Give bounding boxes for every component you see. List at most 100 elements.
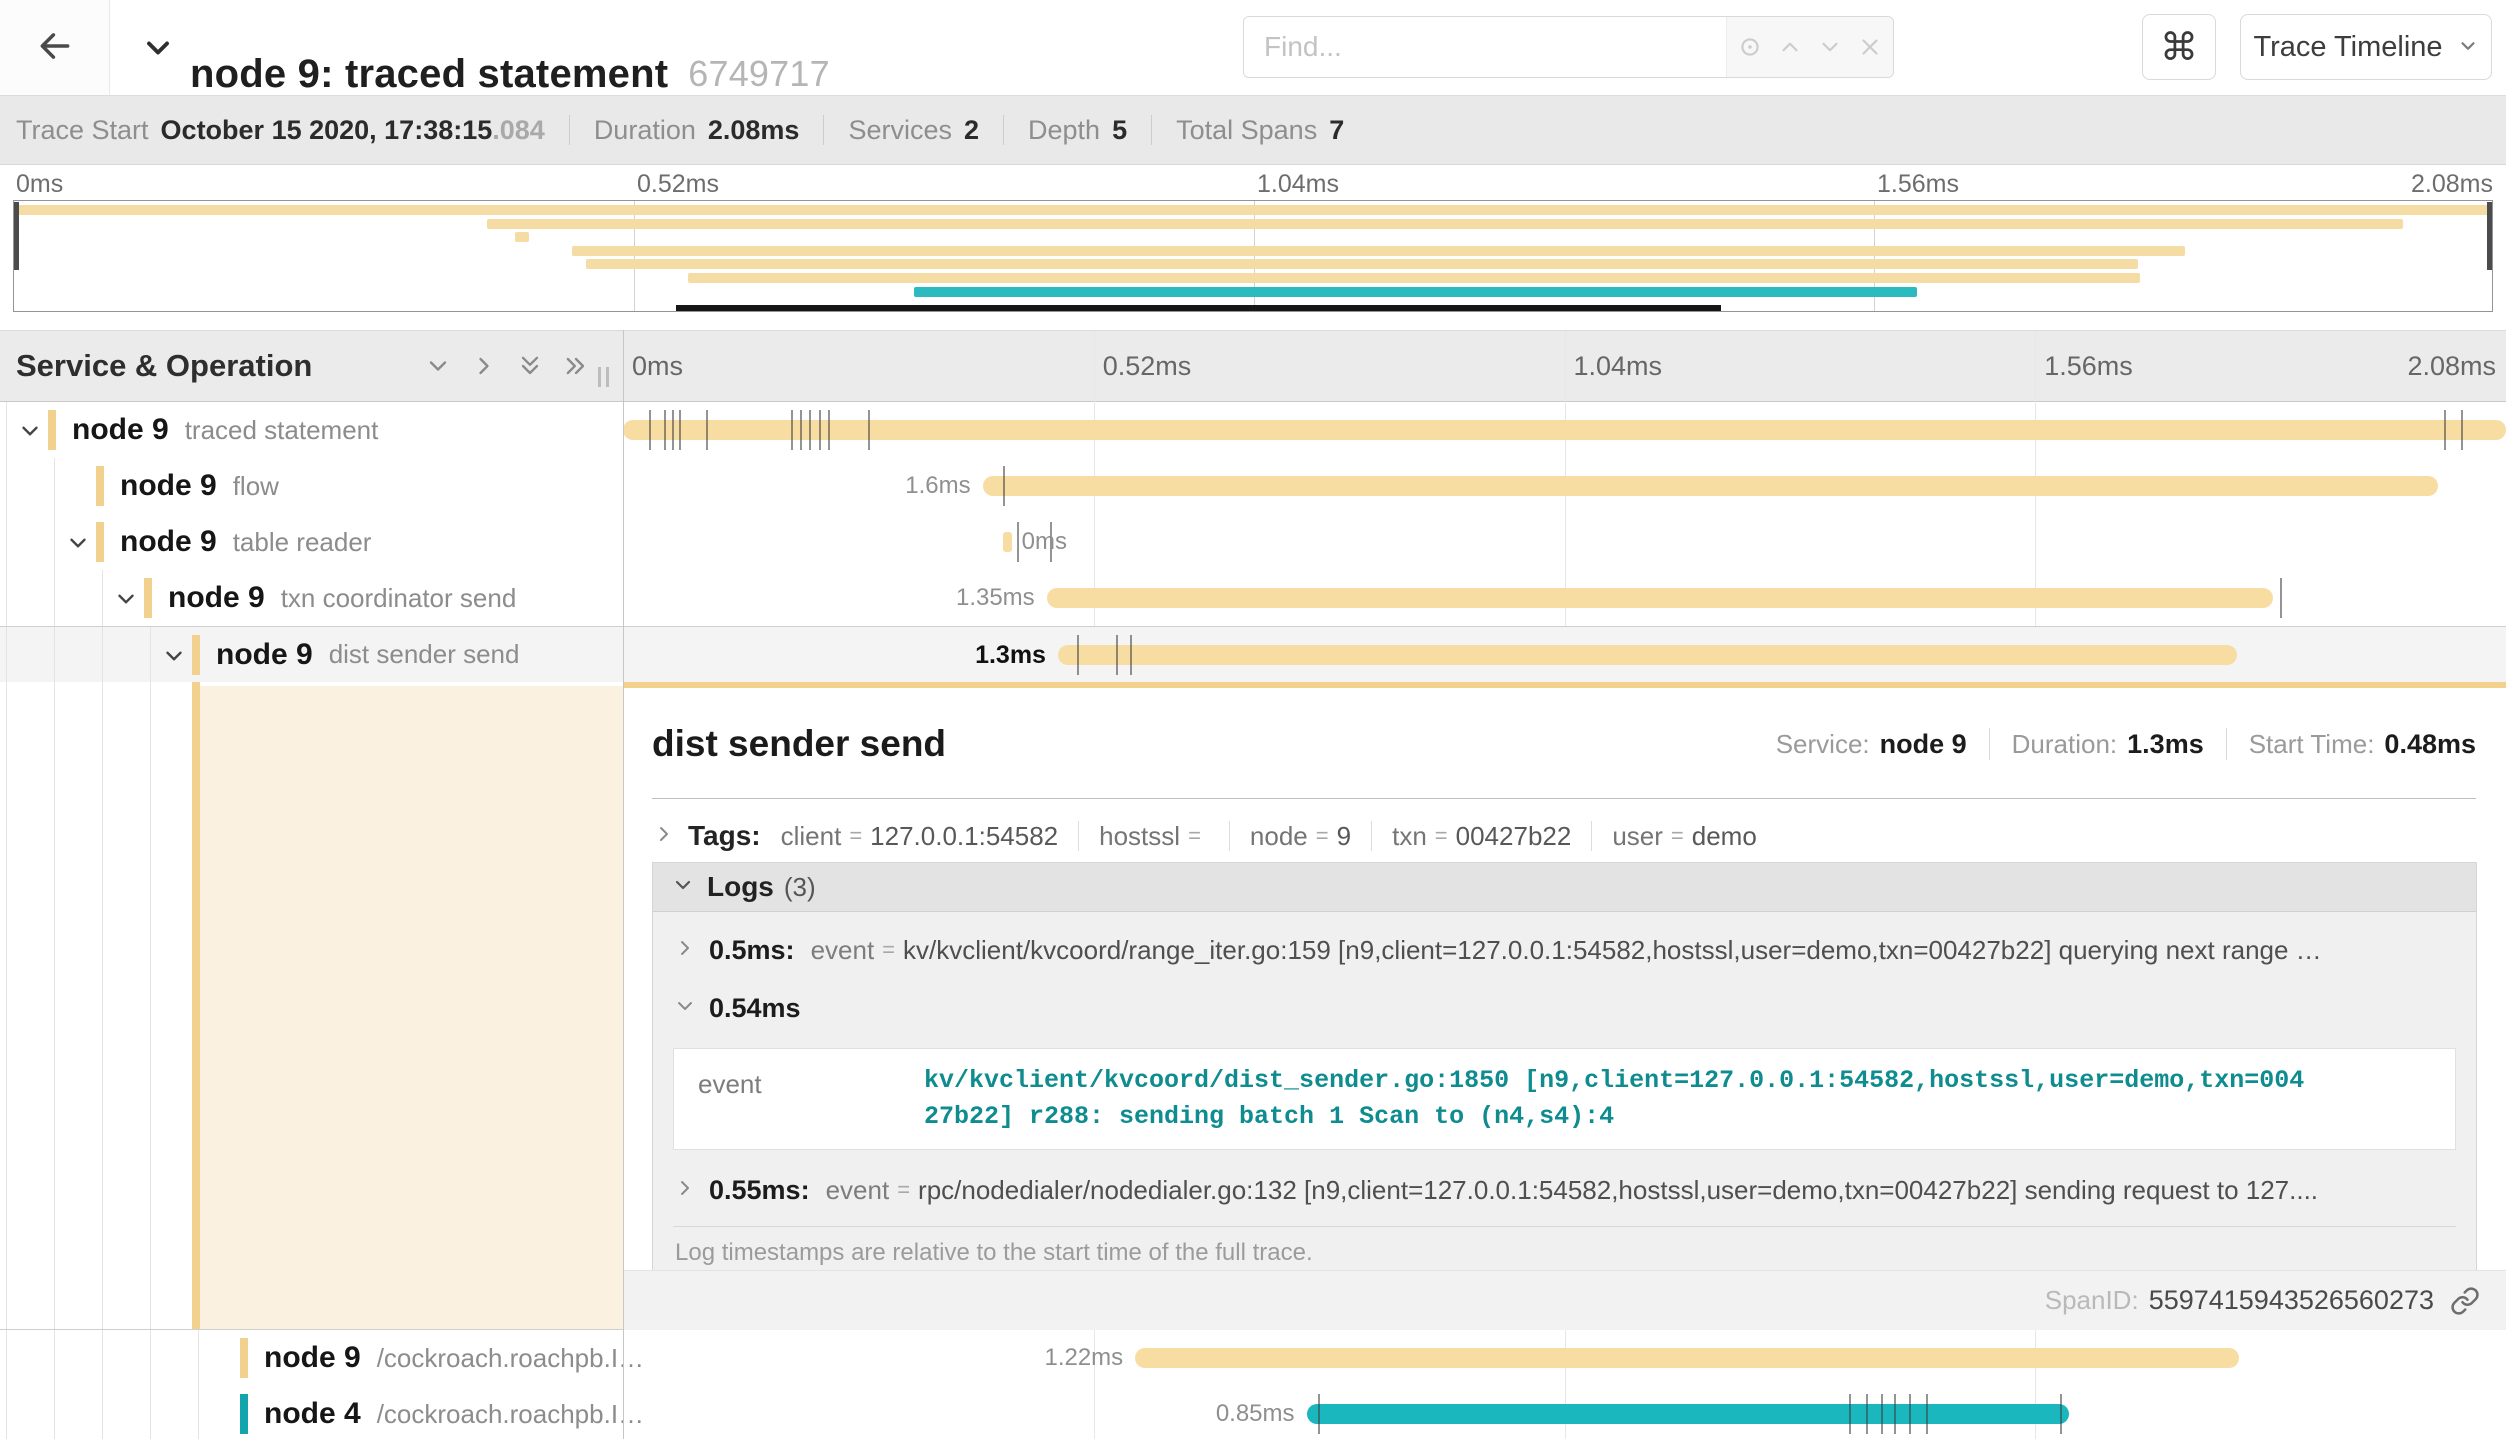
chevron-down-button[interactable]	[420, 348, 456, 384]
tags-row[interactable]: Tags:client=127.0.0.1:54582hostssl=node=…	[652, 812, 2476, 860]
trace-collapse-toggle[interactable]	[136, 26, 180, 70]
span-bar-cell[interactable]: 1.22ms	[623, 1330, 2506, 1386]
field-key: event	[674, 1063, 924, 1135]
stat-value: 2.08ms	[708, 115, 800, 146]
log-marker-tick	[2461, 410, 2463, 450]
stat-value: 2	[964, 115, 979, 146]
chevron-right-button[interactable]	[466, 348, 502, 384]
minimap-span-bar	[487, 219, 2402, 229]
log-marker-tick	[1003, 466, 1005, 506]
meta-separator	[2226, 728, 2227, 760]
log-field-key: event	[811, 935, 875, 966]
double-chevron-down-button[interactable]	[512, 348, 548, 384]
span-name: node 9dist sender send	[216, 627, 519, 682]
minimap-axis-label: 0ms	[16, 170, 63, 199]
span-name-cell[interactable]: node 9dist sender send	[0, 627, 623, 682]
span-row-node-9-txn-coordinator-send[interactable]: node 9txn coordinator send1.35ms	[0, 570, 2506, 626]
span-bar-cell[interactable]: 1.35ms	[623, 570, 2506, 626]
tree-guide-line	[54, 682, 55, 1329]
span-name-cell[interactable]: node 9/cockroach.roachpb.I…	[0, 1330, 623, 1386]
keyboard-shortcuts-button[interactable]: ⌘	[2142, 14, 2216, 80]
log-marker-tick	[1866, 1394, 1868, 1434]
span-duration-bar[interactable]	[1047, 588, 2273, 608]
chevron-down-icon[interactable]	[158, 640, 190, 672]
span-row-node-9-table-reader[interactable]: node 9table reader 0ms	[0, 514, 2506, 570]
service-name: node 9	[264, 1341, 361, 1375]
span-name-cell[interactable]: node 9table reader	[0, 514, 623, 570]
column-resize-grip[interactable]	[598, 367, 609, 387]
chevron-down-icon[interactable]	[62, 527, 94, 559]
span-name: node 9traced statement	[72, 402, 378, 458]
log-field-value: kv/kvclient/kvcoord/range_iter.go:159 [n…	[903, 935, 2322, 966]
log-marker-tick	[828, 410, 830, 450]
chevron-down-icon[interactable]	[110, 583, 142, 615]
log-marker-tick	[1894, 1394, 1896, 1434]
span-duration-bar[interactable]	[1135, 1348, 2238, 1368]
span-bar-cell[interactable]: 1.6ms	[623, 458, 2506, 514]
span-duration-label: 1.6ms	[905, 458, 970, 514]
minimap-span-bar	[586, 259, 2137, 269]
span-duration-label: 0ms	[1022, 514, 1067, 570]
span-row-node-9-dist-sender-send[interactable]: node 9dist sender send 1.3ms	[0, 626, 2506, 682]
span-row-node-9-cockroach-roachpb-i[interactable]: node 9/cockroach.roachpb.I…1.22ms	[0, 1330, 2506, 1386]
logs-header-toggle[interactable]: Logs (3)	[653, 863, 2476, 912]
meta-value: node 9	[1880, 729, 1967, 760]
trace-view-dropdown[interactable]: Trace Timeline	[2240, 14, 2492, 80]
span-duration-bar[interactable]	[1003, 532, 1011, 552]
span-duration-bar[interactable]	[1307, 1404, 2070, 1424]
span-duration-bar[interactable]	[983, 476, 2439, 496]
log-entry-expanded[interactable]: 0.54ms	[673, 990, 2456, 1026]
tree-guide-line	[102, 1330, 103, 1386]
stat-value-suffix: .084	[492, 115, 545, 146]
span-name: node 9table reader	[120, 514, 371, 570]
tree-guide-line	[54, 570, 55, 626]
span-row-node-9-traced-statement[interactable]: node 9traced statement	[0, 402, 2506, 458]
equals-sign: =	[1188, 823, 1201, 849]
span-duration-bar[interactable]	[1058, 645, 2237, 665]
caret-up-icon[interactable]	[1773, 30, 1807, 64]
selected-span-tint	[200, 686, 623, 1329]
caret-down-icon[interactable]	[1813, 30, 1847, 64]
minimap-canvas[interactable]	[13, 200, 2493, 312]
log-marker-tick	[800, 410, 802, 450]
tag-key: txn	[1392, 821, 1427, 852]
log-entry[interactable]: 0.5ms:event=kv/kvclient/kvcoord/range_it…	[673, 932, 2456, 968]
tag-item: hostssl=	[1099, 821, 1209, 852]
span-id-value: 5597415943526560273	[2149, 1285, 2434, 1316]
span-bar-cell[interactable]: 1.3ms	[623, 627, 2506, 682]
span-bar-cell[interactable]	[623, 402, 2506, 458]
trace-view-label: Trace Timeline	[2253, 31, 2442, 64]
find-box	[1243, 16, 1894, 78]
operation-name: traced statement	[185, 415, 379, 446]
log-marker-tick	[809, 410, 811, 450]
span-row-node-4-cockroach-roachpb-i[interactable]: node 4/cockroach.roachpb.I…0.85ms	[0, 1386, 2506, 1439]
span-bar-cell[interactable]: 0ms	[623, 514, 2506, 570]
chevron-down-icon[interactable]	[14, 415, 46, 447]
equals-sign: =	[1435, 823, 1448, 849]
tag-separator	[1371, 821, 1372, 851]
span-name-cell[interactable]: node 9traced statement	[0, 402, 623, 458]
span-name-cell[interactable]: node 9txn coordinator send	[0, 570, 623, 626]
close-icon[interactable]	[1853, 30, 1887, 64]
stat-item: Services2	[848, 115, 979, 146]
log-entry[interactable]: 0.55ms:event=rpc/nodedialer/nodedialer.g…	[673, 1172, 2456, 1208]
find-input[interactable]	[1244, 17, 1726, 77]
equals-sign: =	[849, 823, 862, 849]
log-marker-tick	[1318, 1394, 1320, 1434]
back-button[interactable]	[0, 0, 110, 95]
ruler-tick-label: 1.04ms	[1574, 331, 1663, 401]
double-chevron-right-button[interactable]	[558, 348, 594, 384]
service-color-chip	[48, 410, 56, 450]
operation-name: table reader	[233, 527, 372, 558]
span-duration-bar[interactable]	[623, 420, 2506, 440]
tag-item: client=127.0.0.1:54582	[781, 821, 1059, 852]
minimap-scrubber-left[interactable]	[14, 202, 19, 270]
link-icon[interactable]	[2450, 1286, 2480, 1316]
span-name-cell[interactable]: node 4/cockroach.roachpb.I…	[0, 1386, 623, 1439]
minimap-scrubber-right[interactable]	[2487, 202, 2492, 270]
span-bar-cell[interactable]: 0.85ms	[623, 1386, 2506, 1439]
span-name-cell[interactable]: node 9flow	[0, 458, 623, 514]
ruler-tick-label: 2.08ms	[2407, 331, 2496, 401]
locate-target-icon[interactable]	[1733, 30, 1767, 64]
span-row-node-9-flow[interactable]: node 9flow 1.6ms	[0, 458, 2506, 514]
